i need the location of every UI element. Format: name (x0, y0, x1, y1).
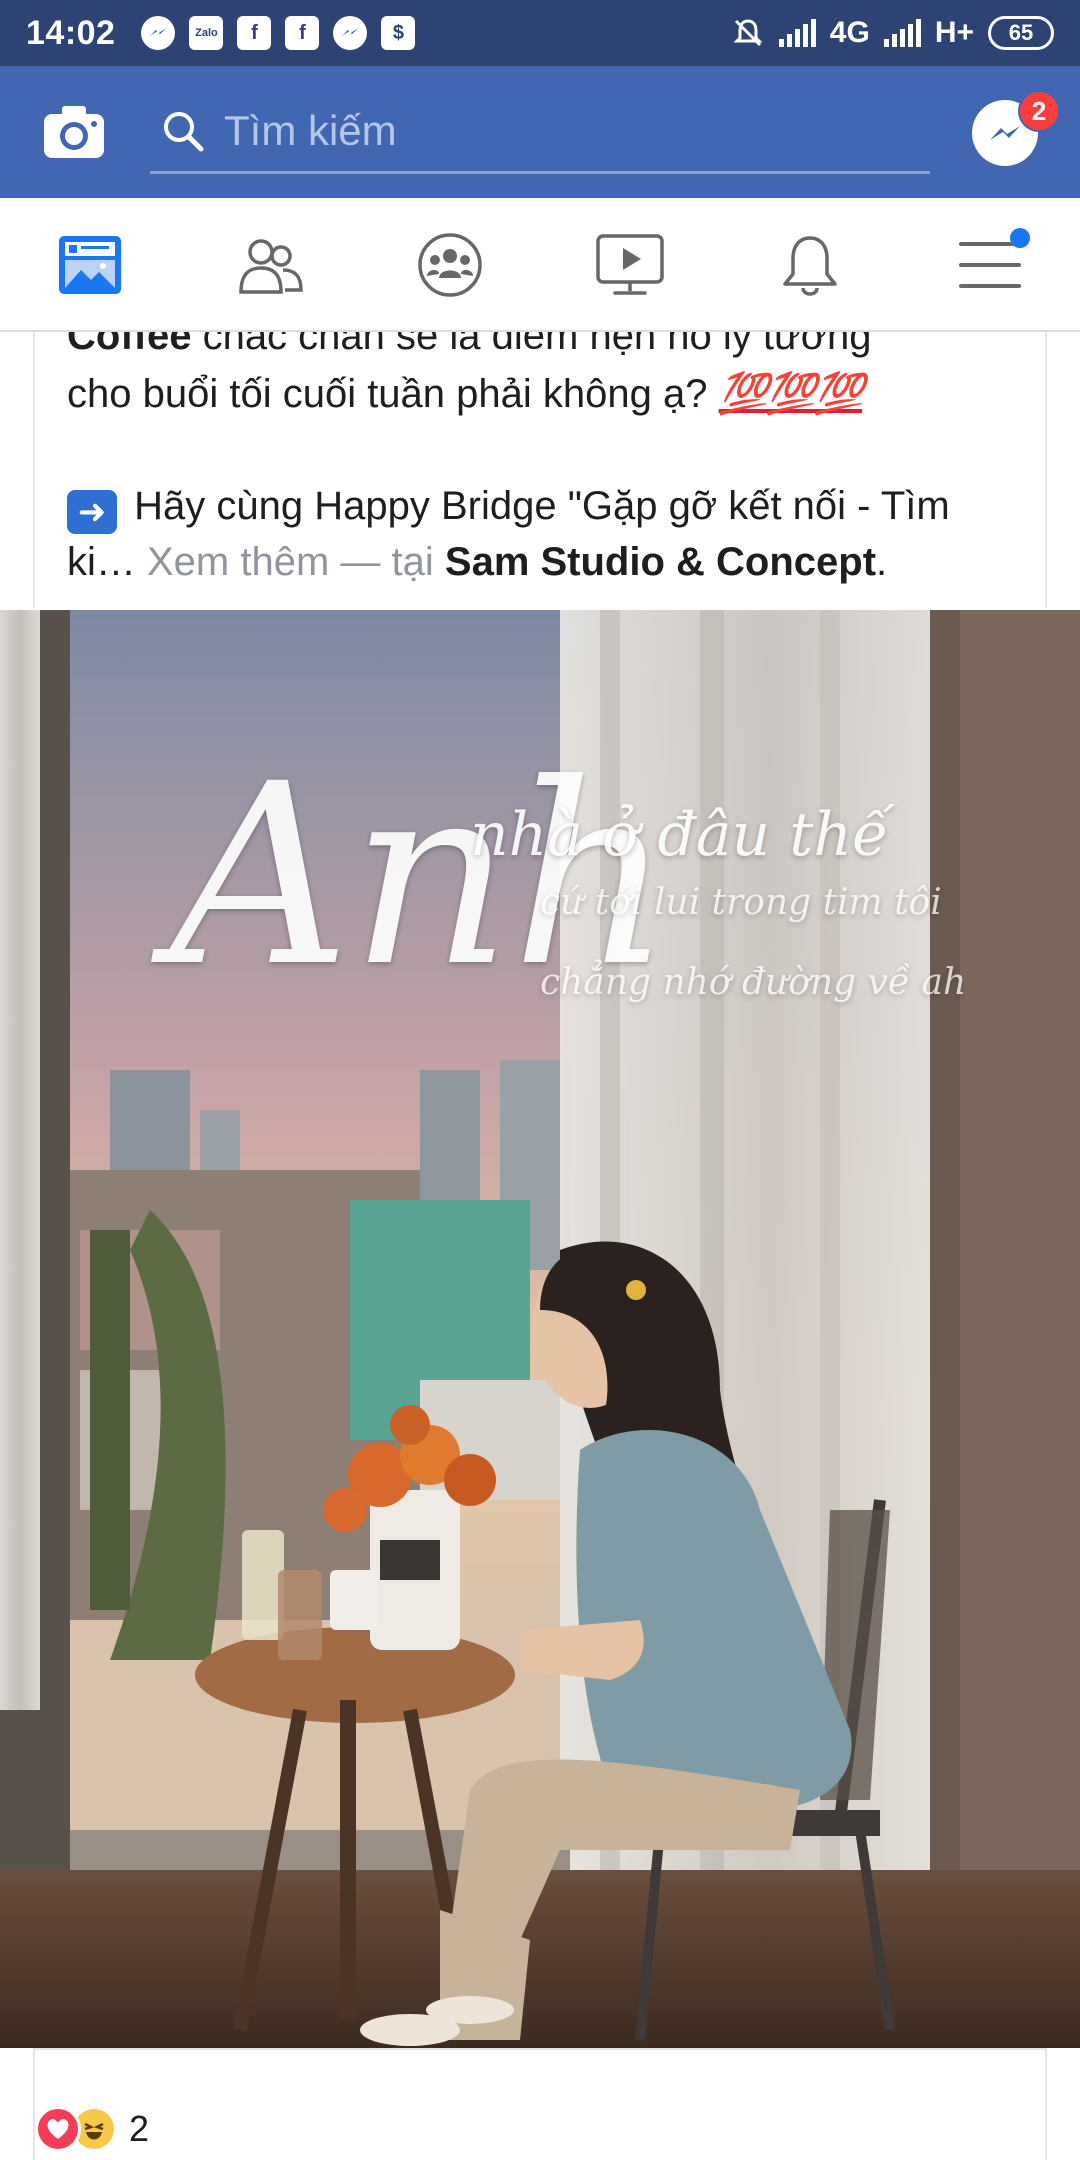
love-icon (35, 2106, 81, 2152)
tab-bar (0, 198, 1080, 332)
post-line: Coffee chắc chắn sẽ là điểm hẹn hò lý tư… (67, 332, 872, 364)
watch-icon (596, 234, 664, 295)
messenger-icon (141, 16, 176, 50)
messenger-badge: 2 (1018, 90, 1060, 132)
signal-icon (883, 19, 921, 47)
mute-icon (733, 19, 763, 47)
facebook-icon: f (237, 16, 272, 50)
post-text-fragment: chắc chắn sẽ là điểm hẹn hò lý tưởng (191, 332, 872, 358)
reaction-summary[interactable]: 2 (35, 2106, 149, 2152)
camera-icon (44, 106, 104, 158)
network-hplus: H+ (934, 16, 974, 49)
shop-icon: $ (381, 16, 416, 50)
tab-menu[interactable] (900, 198, 1080, 332)
post-text-fragment: . (876, 540, 888, 584)
reactions-bar: 2 (33, 2048, 1047, 2160)
battery-icon: 65 (988, 16, 1054, 50)
post-text-fragment: Hãy cùng Happy Bridge "Gặp gỡ kết nối - … (123, 484, 950, 528)
post-line: ➜ Hãy cùng Happy Bridge "Gặp gỡ kết nối … (67, 478, 950, 534)
status-right: 4G H+ 65 (731, 16, 1054, 50)
battery-level: 65 (1008, 20, 1034, 45)
hundred-points-emoji: 💯💯💯 (718, 372, 864, 416)
search-input[interactable] (224, 106, 904, 155)
tab-watch[interactable] (540, 198, 720, 332)
camera-button[interactable] (42, 102, 106, 162)
notifications-icon (783, 236, 837, 296)
status-time: 14:02 (26, 13, 116, 52)
tab-news-feed[interactable] (0, 198, 180, 332)
post-line: ki… Xem thêm — tại Sam Studio & Concept. (67, 534, 887, 590)
post-photo[interactable]: Anh nhà ở đâu thế cứ tới lui trong tim t… (0, 610, 1080, 2048)
notification-icons: Zalo f f $ (141, 16, 416, 50)
news-feed-icon (59, 236, 121, 294)
signal-icon (778, 19, 816, 47)
see-more-link[interactable]: Xem thêm (147, 540, 329, 584)
location-link[interactable]: Sam Studio & Concept (445, 540, 876, 584)
post-bold-word: Coffee (67, 332, 192, 358)
menu-icon (959, 242, 1021, 288)
menu-notification-dot (1010, 228, 1030, 248)
tab-friends[interactable] (180, 198, 360, 332)
right-arrow-icon: ➜ (67, 490, 117, 534)
photo-caption-line: cứ tới lui trong tim tôi (540, 882, 942, 923)
messenger-icon (333, 16, 368, 50)
reaction-count: 2 (129, 2108, 150, 2149)
search-bar[interactable] (150, 90, 930, 174)
network-4g: 4G (829, 16, 870, 49)
groups-icon (418, 233, 482, 297)
tab-notifications[interactable] (720, 198, 900, 332)
search-icon (164, 111, 204, 151)
post-text-fragment: — tại (329, 540, 445, 584)
post-line: cho buổi tối cuối tuần phải không ạ? 💯💯💯 (67, 366, 864, 422)
post-text: Coffee chắc chắn sẽ là điểm hẹn hò lý tư… (33, 332, 1047, 608)
facebook-icon: f (285, 16, 320, 50)
tab-groups[interactable] (360, 198, 540, 332)
post-text-fragment: ki… (67, 540, 147, 584)
friends-icon (239, 239, 303, 294)
photo-caption-medium: nhà ở đâu thế (470, 800, 889, 870)
top-bar: 2 (0, 66, 1080, 198)
zalo-icon: Zalo (189, 16, 224, 50)
post-text-fragment: cho buổi tối cuối tuần phải không ạ? (67, 372, 719, 416)
photo-caption-line: chẳng nhớ đường về ah (540, 962, 967, 1003)
status-bar: 14:02 Zalo f f $ 4G H+ 65 (0, 0, 1080, 66)
